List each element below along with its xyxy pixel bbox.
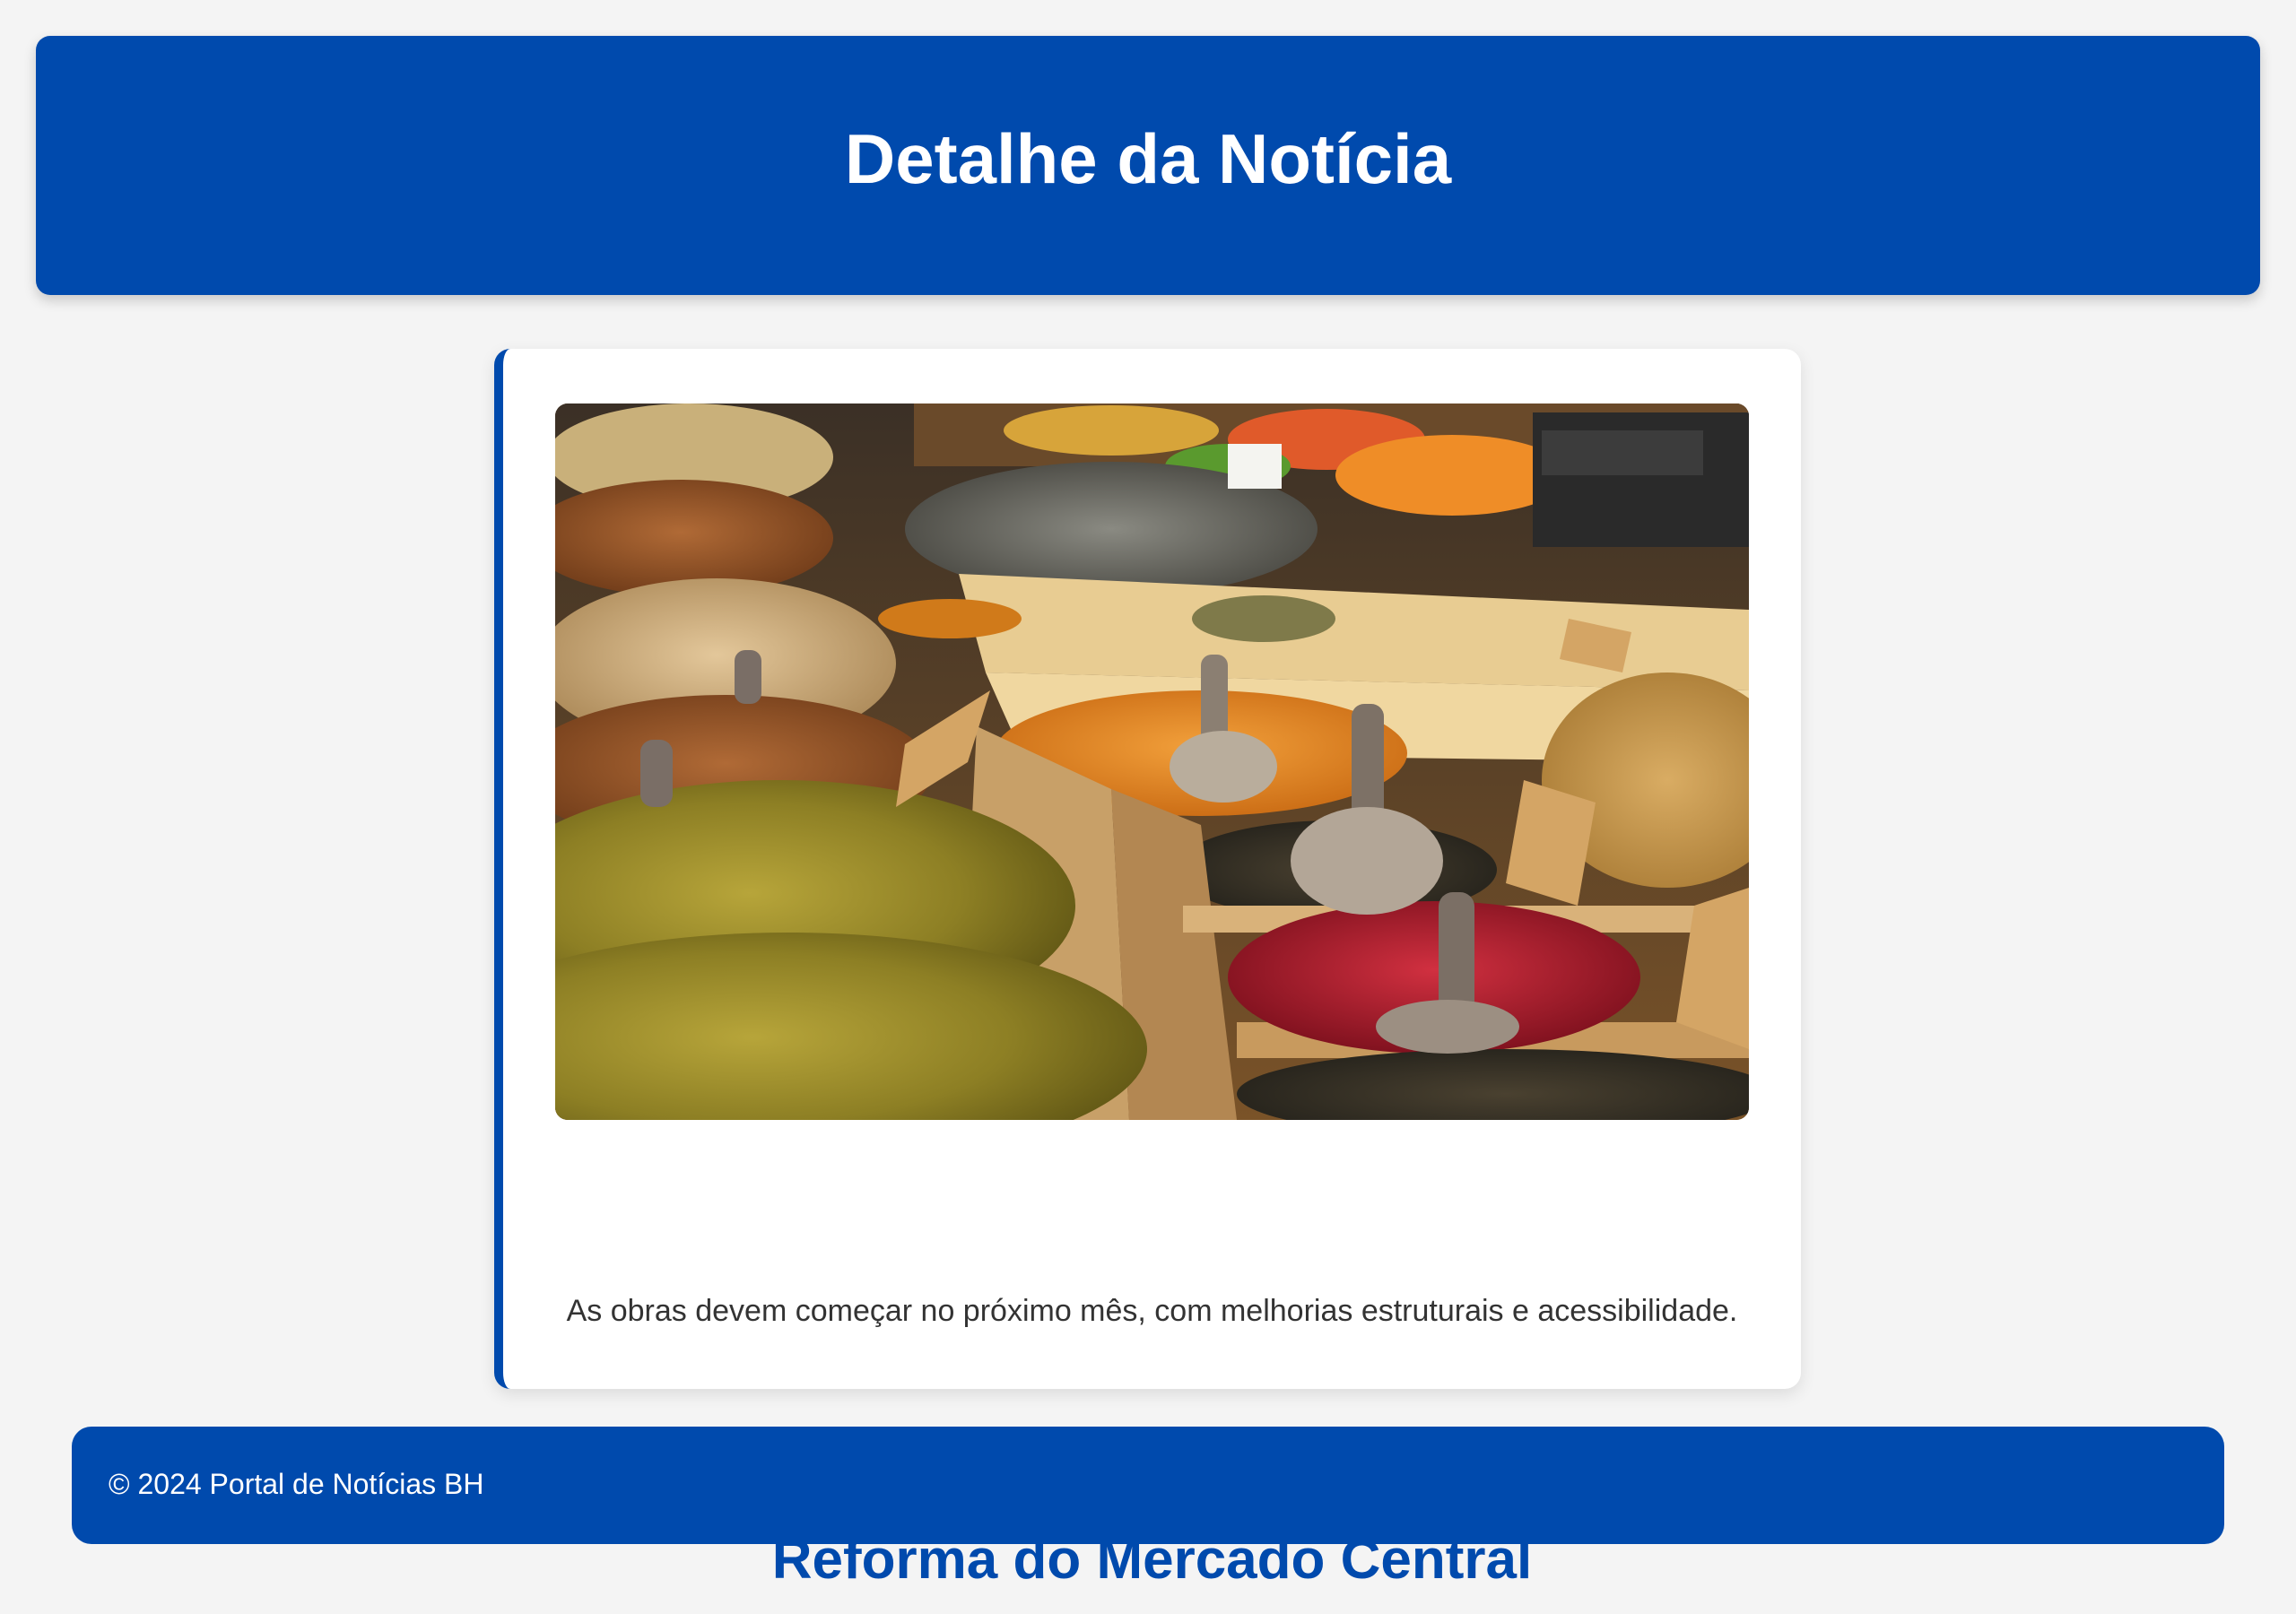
news-image	[555, 404, 1749, 1120]
news-card: Reforma do Mercado Central As obras deve…	[494, 349, 1801, 1588]
copyright-text: © 2024 Portal de Notícias BH	[109, 1468, 484, 1500]
page-title: Detalhe da Notícia	[844, 119, 1452, 198]
page-footer: © 2024 Portal de Notícias BH	[72, 1427, 2224, 1544]
article-summary: As obras devem começar no próximo mês, c…	[566, 1294, 1738, 1328]
page-header: Detalhe da Notícia	[36, 36, 2260, 295]
